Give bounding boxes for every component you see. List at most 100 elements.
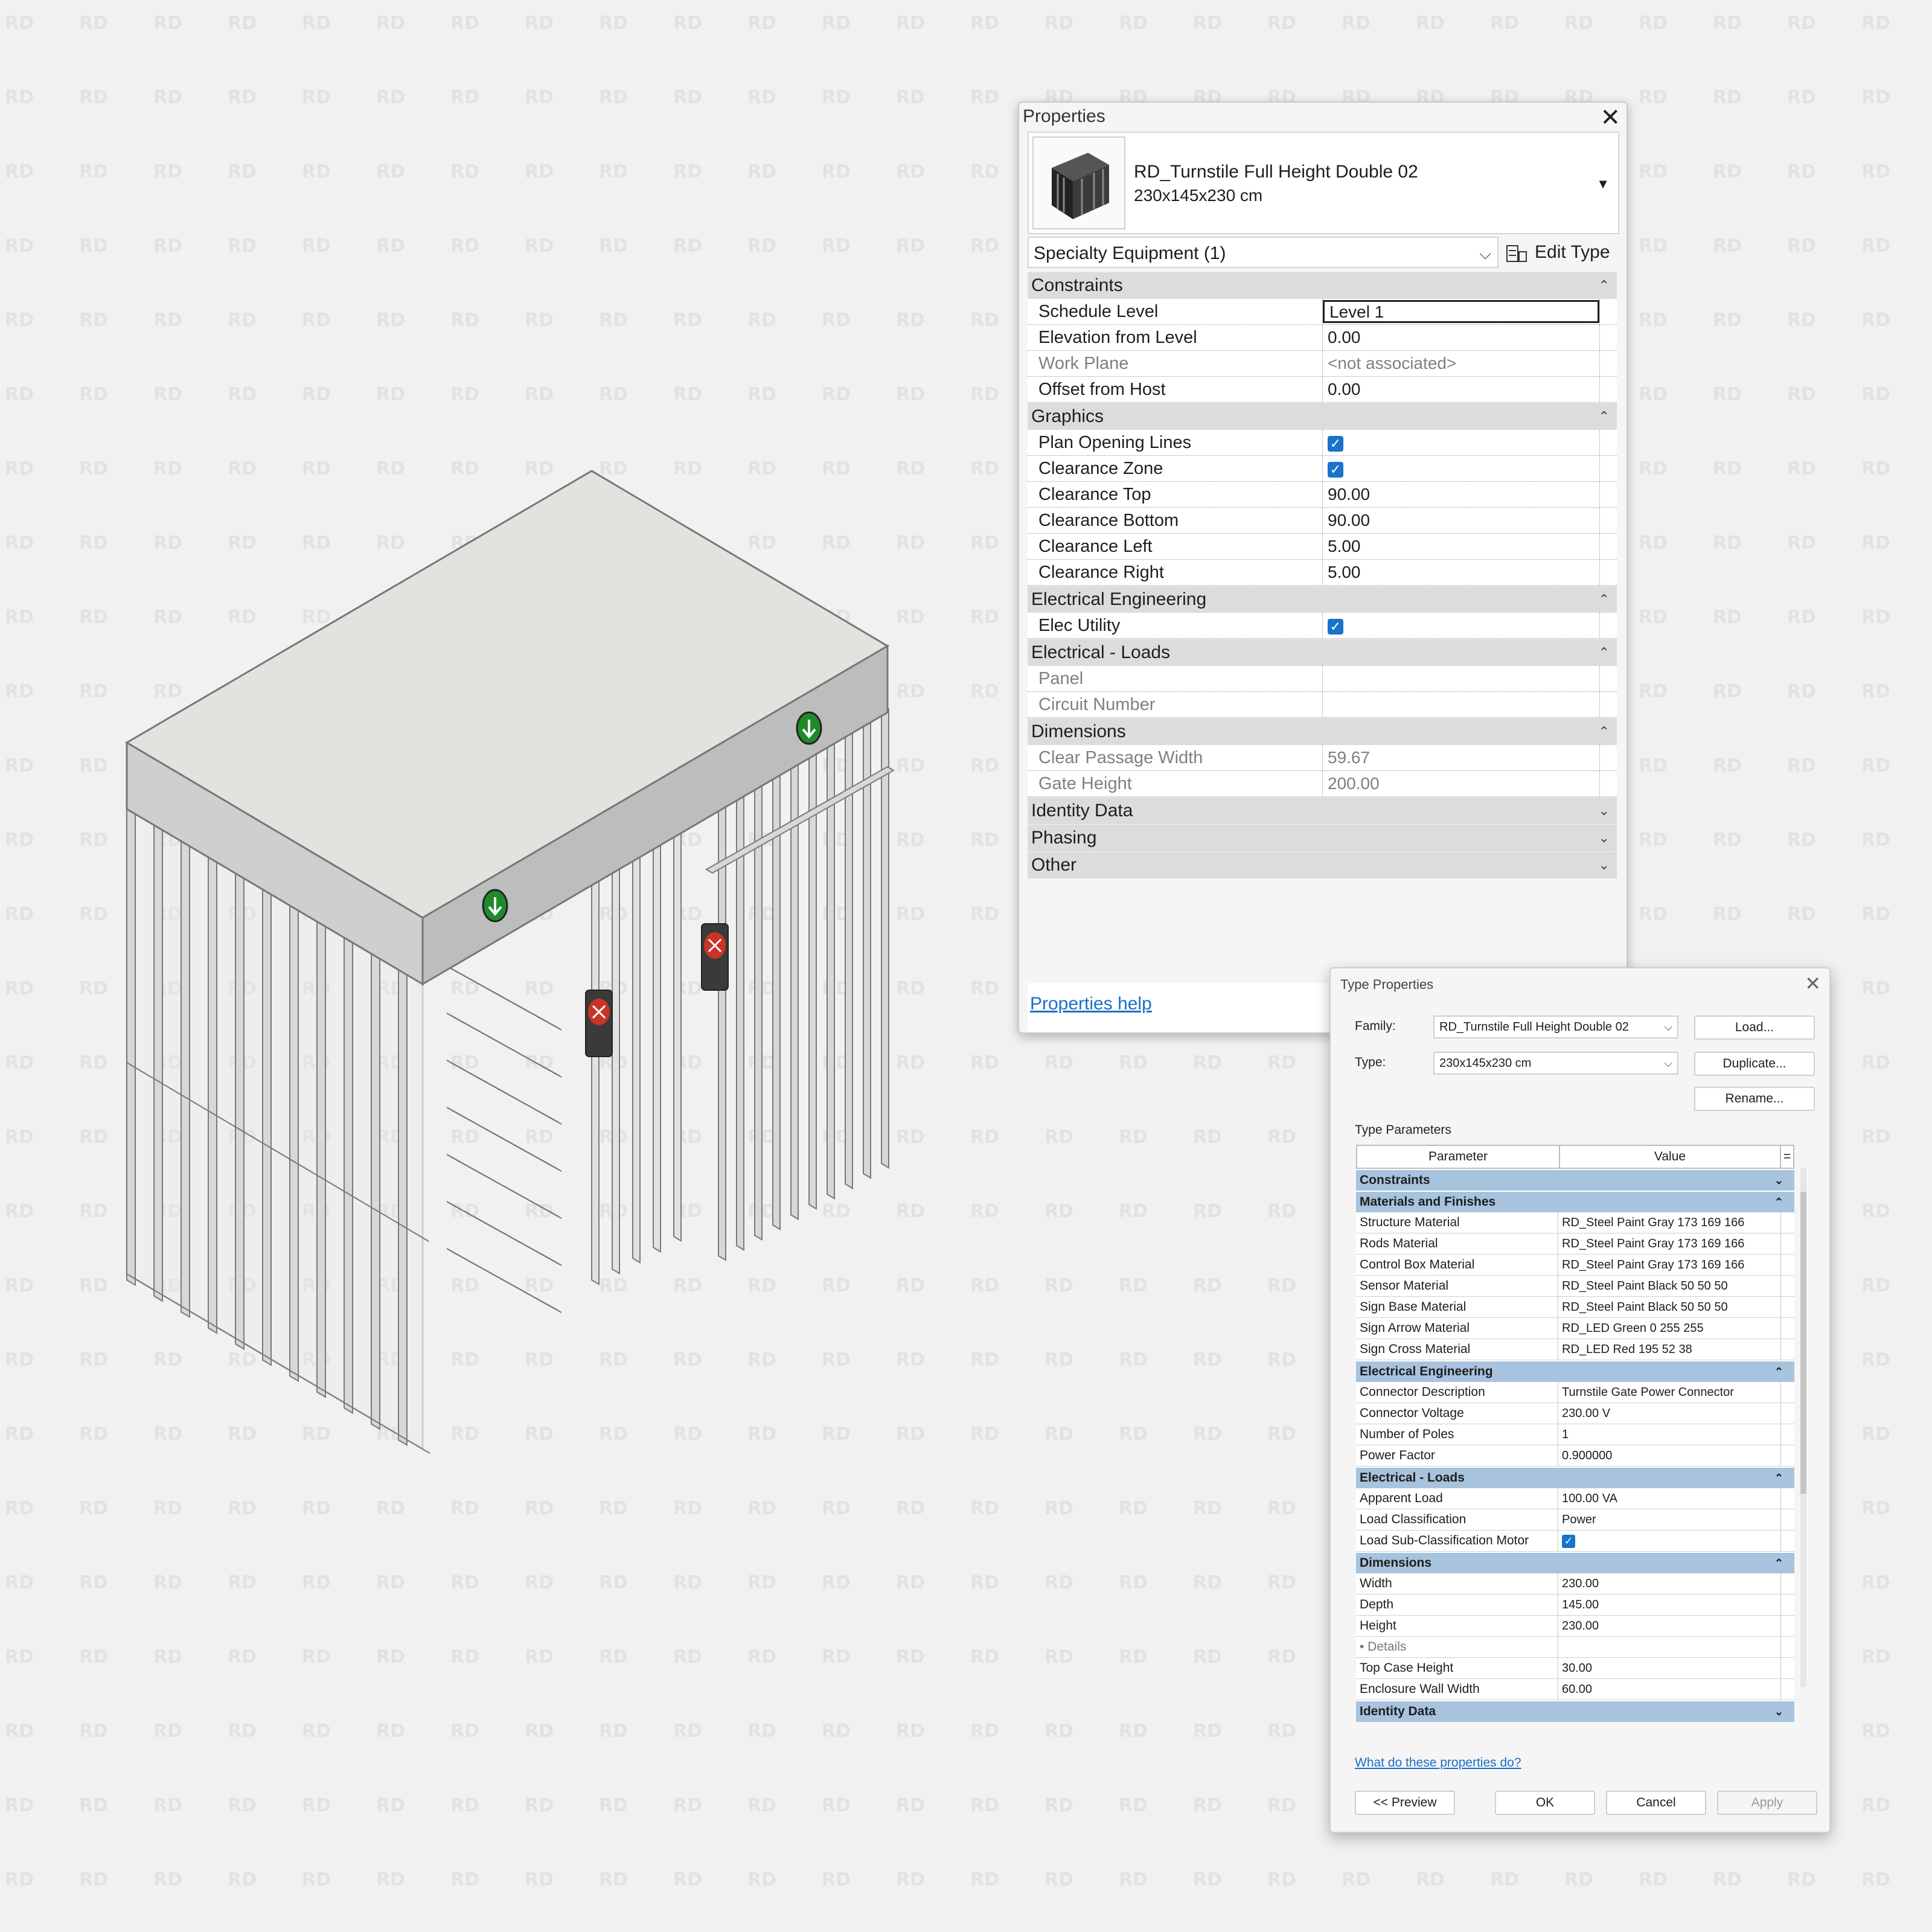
tgroup-constraints[interactable]: Constraints ⌄: [1356, 1169, 1794, 1191]
group-electrical-loads[interactable]: Electrical - Loads ⌃: [1028, 639, 1617, 666]
table-row[interactable]: Connector Description Turnstile Gate Powe…: [1356, 1382, 1794, 1403]
tgroup-materials[interactable]: Materials and Finishes ⌃: [1356, 1191, 1794, 1212]
param-value[interactable]: RD_LED Red 195 52 38: [1558, 1339, 1780, 1360]
motor-checkbox[interactable]: ✓: [1562, 1535, 1575, 1548]
table-row[interactable]: Connector Voltage 230.00 V: [1356, 1403, 1794, 1424]
param-value[interactable]: Power: [1558, 1509, 1780, 1530]
rename-button[interactable]: Rename...: [1694, 1087, 1815, 1111]
param-value[interactable]: RD_Steel Paint Gray 173 169 166: [1558, 1233, 1780, 1254]
edit-type-button[interactable]: Edit Type: [1506, 237, 1610, 268]
group-graphics[interactable]: Graphics ⌃: [1028, 403, 1617, 430]
row-width[interactable]: Width 230.00: [1356, 1573, 1794, 1595]
table-row[interactable]: Power Factor 0.900000: [1356, 1445, 1794, 1467]
row-clearance-zone[interactable]: Clearance Zone ✓: [1028, 456, 1617, 482]
group-phasing[interactable]: Phasing ⌄: [1028, 824, 1617, 851]
param-value[interactable]: 0.00: [1323, 325, 1599, 350]
param-value[interactable]: 100.00 VA: [1558, 1488, 1780, 1509]
properties-help-link[interactable]: Properties help: [1030, 994, 1152, 1014]
type-selector[interactable]: RD_Turnstile Full Height Double 02 230x1…: [1028, 132, 1619, 234]
group-dimensions[interactable]: Dimensions ⌃: [1028, 718, 1617, 745]
param-value[interactable]: 5.00: [1323, 560, 1599, 585]
preview-button[interactable]: << Preview: [1355, 1791, 1455, 1815]
row-load-sub-motor[interactable]: Load Sub-Classification Motor ✓: [1356, 1531, 1794, 1552]
param-value[interactable]: RD_Steel Paint Gray 173 169 166: [1558, 1212, 1780, 1233]
param-value[interactable]: 0.00: [1323, 377, 1599, 402]
param-value[interactable]: 90.00: [1323, 482, 1599, 507]
expand-icon[interactable]: ⌄: [1774, 1701, 1783, 1722]
table-row[interactable]: Structure Material RD_Steel Paint Gray 17…: [1356, 1212, 1794, 1233]
scrollbar-thumb[interactable]: [1800, 1192, 1806, 1494]
group-constraints[interactable]: Constraints ⌃: [1028, 272, 1617, 299]
table-row[interactable]: Sign Cross Material RD_LED Red 195 52 38: [1356, 1339, 1794, 1360]
param-value[interactable]: 1: [1558, 1424, 1780, 1445]
row-clearance-right[interactable]: Clearance Right 5.00: [1028, 560, 1617, 586]
collapse-icon[interactable]: ⌃: [1774, 1192, 1783, 1212]
load-button[interactable]: Load...: [1694, 1016, 1815, 1040]
properties-help-link[interactable]: What do these properties do?: [1355, 1756, 1521, 1770]
table-row[interactable]: Number of Poles 1: [1356, 1424, 1794, 1445]
param-value[interactable]: 90.00: [1323, 508, 1599, 533]
table-row[interactable]: Control Box Material RD_Steel Paint Gray …: [1356, 1255, 1794, 1276]
collapse-icon[interactable]: ⌃: [1774, 1361, 1783, 1382]
table-row[interactable]: Sensor Material RD_Steel Paint Black 50 5…: [1356, 1276, 1794, 1297]
param-value[interactable]: Turnstile Gate Power Connector: [1558, 1382, 1780, 1403]
table-row[interactable]: Sign Arrow Material RD_LED Green 0 255 25…: [1356, 1318, 1794, 1339]
table-row[interactable]: Rods Material RD_Steel Paint Gray 173 169…: [1356, 1233, 1794, 1255]
schedule-level-field[interactable]: Level 1: [1323, 300, 1599, 323]
param-value[interactable]: 0.900000: [1558, 1445, 1780, 1466]
collapse-icon[interactable]: ⌃: [1774, 1553, 1783, 1573]
tgroup-electrical-engineering[interactable]: Electrical Engineering ⌃: [1356, 1360, 1794, 1382]
tgroup-dimensions[interactable]: Dimensions ⌃: [1356, 1552, 1794, 1573]
row-schedule-level[interactable]: Schedule Level Level 1: [1028, 299, 1617, 325]
type-dropdown-arrow-icon[interactable]: ▼: [1596, 176, 1610, 192]
row-clearance-top[interactable]: Clearance Top 90.00: [1028, 482, 1617, 508]
expand-icon[interactable]: ⌄: [1774, 1170, 1783, 1191]
grid-scrollbar[interactable]: [1800, 1168, 1806, 1687]
row-clearance-left[interactable]: Clearance Left 5.00: [1028, 534, 1617, 560]
param-value[interactable]: RD_Steel Paint Black 50 50 50: [1558, 1297, 1780, 1317]
tgroup-identity-data[interactable]: Identity Data ⌄: [1356, 1700, 1794, 1722]
apply-button[interactable]: Apply: [1717, 1791, 1817, 1815]
group-electrical-engineering[interactable]: Electrical Engineering ⌃: [1028, 586, 1617, 613]
row-load-classification[interactable]: Load Classification Power: [1356, 1509, 1794, 1531]
close-icon[interactable]: ✕: [1805, 972, 1821, 995]
duplicate-button[interactable]: Duplicate...: [1694, 1052, 1815, 1076]
collapse-icon[interactable]: ⌃: [1774, 1468, 1783, 1488]
row-enclosure-wall-width[interactable]: Enclosure Wall Width 60.00: [1356, 1679, 1794, 1700]
row-apparent-load[interactable]: Apparent Load 100.00 VA: [1356, 1488, 1794, 1509]
cancel-button[interactable]: Cancel: [1606, 1791, 1706, 1815]
param-value[interactable]: 5.00: [1323, 534, 1599, 559]
collapse-icon[interactable]: ⌃: [1599, 718, 1610, 745]
param-value[interactable]: 230.00 V: [1558, 1403, 1780, 1424]
table-row[interactable]: Sign Base Material RD_Steel Paint Black 5…: [1356, 1297, 1794, 1318]
row-offset-from-host[interactable]: Offset from Host 0.00: [1028, 377, 1617, 403]
param-value[interactable]: RD_LED Green 0 255 255: [1558, 1318, 1780, 1339]
param-value[interactable]: RD_Steel Paint Black 50 50 50: [1558, 1276, 1780, 1296]
expand-icon[interactable]: ⌄: [1599, 852, 1610, 878]
category-filter-select[interactable]: Specialty Equipment (1) ⌵: [1028, 237, 1499, 268]
ok-button[interactable]: OK: [1495, 1791, 1595, 1815]
group-identity-data[interactable]: Identity Data ⌄: [1028, 797, 1617, 824]
collapse-icon[interactable]: ⌃: [1599, 403, 1610, 430]
family-select[interactable]: RD_Turnstile Full Height Double 02 ⌵: [1433, 1016, 1678, 1038]
param-value[interactable]: 230.00: [1558, 1616, 1780, 1636]
row-details[interactable]: • Details: [1356, 1637, 1794, 1658]
elec-utility-checkbox[interactable]: ✓: [1328, 619, 1343, 635]
collapse-icon[interactable]: ⌃: [1599, 639, 1610, 666]
plan-opening-lines-checkbox[interactable]: ✓: [1328, 436, 1343, 452]
param-value[interactable]: 145.00: [1558, 1595, 1780, 1615]
row-height[interactable]: Height 230.00: [1356, 1616, 1794, 1637]
row-plan-opening-lines[interactable]: Plan Opening Lines ✓: [1028, 430, 1617, 456]
row-top-case-height[interactable]: Top Case Height 30.00: [1356, 1658, 1794, 1679]
collapse-icon[interactable]: ⌃: [1599, 272, 1610, 299]
row-depth[interactable]: Depth 145.00: [1356, 1595, 1794, 1616]
tgroup-electrical-loads[interactable]: Electrical - Loads ⌃: [1356, 1467, 1794, 1488]
param-value[interactable]: 230.00: [1558, 1573, 1780, 1594]
group-other[interactable]: Other ⌄: [1028, 851, 1617, 878]
close-icon[interactable]: ✕: [1600, 104, 1620, 132]
type-select[interactable]: 230x145x230 cm ⌵: [1433, 1052, 1678, 1075]
row-elec-utility[interactable]: Elec Utility ✓: [1028, 613, 1617, 639]
clearance-zone-checkbox[interactable]: ✓: [1328, 462, 1343, 478]
row-elevation-from-level[interactable]: Elevation from Level 0.00: [1028, 325, 1617, 351]
collapse-icon[interactable]: ⌃: [1599, 586, 1610, 613]
